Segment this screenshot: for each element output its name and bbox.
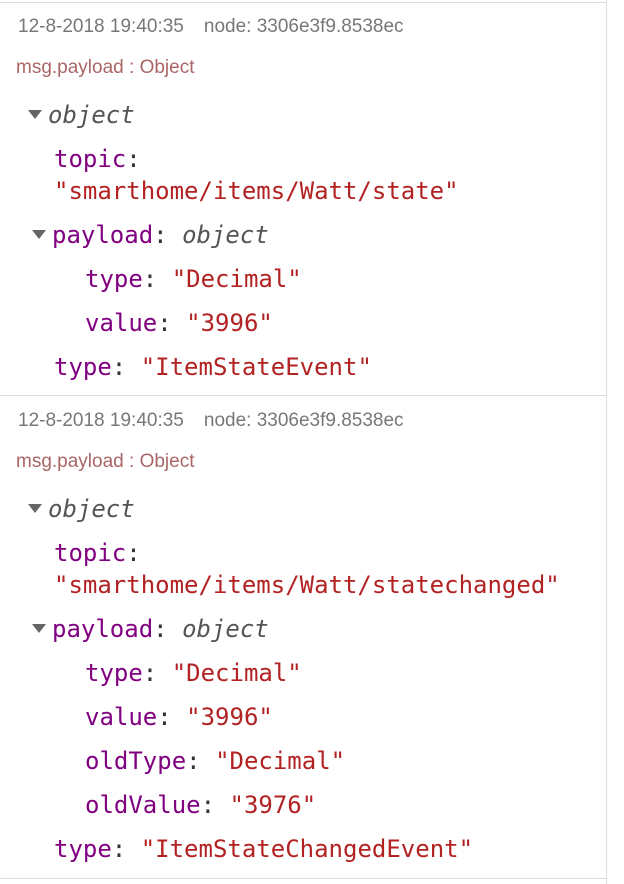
property-value[interactable]: "Decimal": [172, 659, 302, 687]
property-key: type: [54, 353, 112, 381]
property-key: oldValue: [85, 791, 201, 819]
tree-row-payload-field: oldType: "Decimal": [85, 747, 346, 775]
message-timestamp: 12-8-2018 19:40:35: [18, 410, 184, 431]
property-key: oldType: [85, 747, 187, 775]
tree-row-payload-field: value: "3996": [85, 703, 273, 731]
caret-down-icon[interactable]: [32, 623, 46, 633]
property-key: value: [85, 309, 158, 337]
message-node-link[interactable]: node: 3306e3f9.8538ec: [204, 410, 404, 431]
payload-type: object: [182, 615, 269, 643]
tree-row-type: type: "ItemStateEvent": [54, 353, 372, 381]
divider: [0, 395, 606, 396]
property-key: type: [54, 835, 112, 863]
tree-row-type: type: "ItemStateChangedEvent": [54, 835, 474, 863]
caret-down-icon[interactable]: [28, 503, 42, 513]
message-timestamp: 12-8-2018 19:40:35: [18, 16, 184, 37]
tree-row-topic-value: "smarthome/items/Watt/state": [54, 169, 459, 213]
property-value[interactable]: "Decimal": [215, 747, 345, 775]
root-type: object: [48, 495, 135, 523]
property-value[interactable]: "Decimal": [172, 265, 302, 293]
caret-down-icon[interactable]: [32, 229, 46, 239]
property-key: payload: [52, 615, 154, 643]
property-value[interactable]: "3996": [186, 703, 273, 731]
tree-row-payload-field: type: "Decimal": [85, 659, 302, 687]
tree-row-payload-field: oldValue: "3976": [85, 791, 317, 819]
debug-panel: 12-8-2018 19:40:35 node: 3306e3f9.8538ec …: [0, 0, 606, 884]
property-value[interactable]: "3976": [230, 791, 317, 819]
payload-type: object: [182, 221, 269, 249]
property-value[interactable]: "smarthome/items/Watt/state": [54, 177, 459, 205]
tree-row-payload-toggle[interactable]: payload: object: [32, 213, 269, 257]
property-key: type: [85, 265, 143, 293]
message-topic-label[interactable]: msg.payload : Object: [16, 57, 194, 79]
divider: [0, 878, 606, 879]
tree-row-topic-value: "smarthome/items/Watt/statechanged": [54, 563, 560, 607]
property-value[interactable]: "ItemStateChangedEvent": [141, 835, 473, 863]
property-key: payload: [52, 221, 154, 249]
message-meta: 12-8-2018 19:40:35 node: 3306e3f9.8538ec: [18, 410, 404, 432]
message-topic-label[interactable]: msg.payload : Object: [16, 451, 194, 473]
message-meta: 12-8-2018 19:40:35 node: 3306e3f9.8538ec: [18, 16, 404, 38]
tree-root-toggle[interactable]: object: [28, 487, 135, 531]
property-value[interactable]: "ItemStateEvent": [141, 353, 372, 381]
tree-row-payload-field: value: "3996": [85, 309, 273, 337]
tree-root-toggle[interactable]: object: [28, 93, 135, 137]
message-node-link[interactable]: node: 3306e3f9.8538ec: [204, 16, 404, 37]
property-value[interactable]: "smarthome/items/Watt/statechanged": [54, 571, 560, 599]
scrollbar-track[interactable]: [606, 0, 624, 884]
root-type: object: [48, 101, 135, 129]
property-key: value: [85, 703, 158, 731]
divider: [0, 2, 606, 3]
caret-down-icon[interactable]: [28, 109, 42, 119]
property-key: type: [85, 659, 143, 687]
property-value[interactable]: "3996": [186, 309, 273, 337]
tree-row-payload-field: type: "Decimal": [85, 265, 302, 293]
tree-row-payload-toggle[interactable]: payload: object: [32, 607, 269, 651]
